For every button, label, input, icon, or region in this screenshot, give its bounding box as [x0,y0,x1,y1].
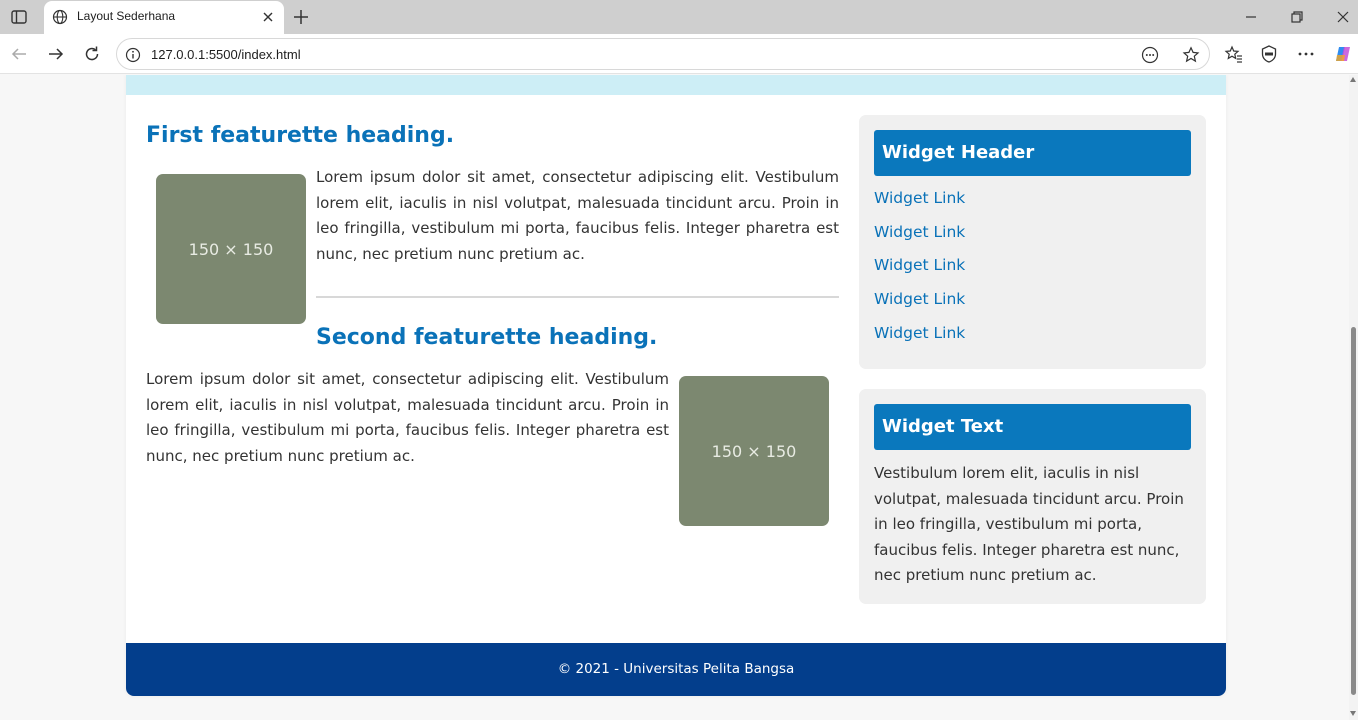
widget-text-box: Widget Text Vestibulum lorem elit, iacul… [859,389,1206,604]
back-icon[interactable] [9,44,29,64]
widget-link[interactable]: Widget Link [874,189,965,207]
browser-toolbar: 127.0.0.1:5500/index.html [0,34,1358,74]
widget-header: Widget Header [874,130,1191,176]
site-info-icon[interactable] [125,47,141,63]
page-scrollbar[interactable] [1349,75,1358,720]
restore-icon[interactable] [1289,9,1305,25]
browser-tab-bar: Layout Sederhana [0,0,1358,34]
footer-text: © 2021 - Universitas Pelita Bangsa [557,661,795,677]
widget-text-header: Widget Text [874,404,1191,450]
settings-more-icon[interactable] [1296,44,1316,64]
refresh-icon[interactable] [82,44,102,64]
scrollbar-thumb[interactable] [1351,327,1356,695]
address-bar[interactable]: 127.0.0.1:5500/index.html [116,38,1210,70]
close-tab-icon[interactable] [260,9,276,25]
featurette-1-image: 150 × 150 [156,174,306,324]
widget-link[interactable]: Widget Link [874,324,965,342]
tab-actions-icon[interactable] [10,8,28,26]
tab-title: Layout Sederhana [77,9,176,23]
featurette-2-text: Lorem ipsum dolor sit amet, consectetur … [146,370,669,465]
image-placeholder-label: 150 × 150 [188,239,274,259]
widget-link[interactable]: Widget Link [874,223,965,241]
featurette-2-heading: Second featurette heading. [316,325,658,350]
more-options-circle-icon[interactable] [1141,46,1159,64]
widget-link[interactable]: Widget Link [874,256,965,274]
image-placeholder-label: 150 × 150 [711,441,797,461]
close-window-icon[interactable] [1335,9,1351,25]
footer: © 2021 - Universitas Pelita Bangsa [126,643,1226,696]
featurette-2-image: 150 × 150 [679,376,829,526]
copilot-icon[interactable] [1333,44,1353,64]
featurette-divider [316,296,839,298]
widget-links: Widget Header Widget Link Widget Link Wi… [859,115,1206,369]
favorites-icon[interactable] [1224,44,1244,64]
favorite-star-icon[interactable] [1182,46,1200,64]
scroll-up-arrow-icon[interactable] [1350,77,1356,82]
featurette-1-heading: First featurette heading. [146,123,455,148]
scroll-down-arrow-icon[interactable] [1350,711,1356,716]
featurette-1-text: Lorem ipsum dolor sit amet, consectetur … [316,168,839,263]
widget-text: Vestibulum lorem elit, iaculis in nisl v… [874,464,1184,584]
new-tab-icon[interactable] [292,8,310,26]
forward-icon[interactable] [46,44,66,64]
page-viewport: First featurette heading. 150 × 150 Lore… [0,75,1349,720]
widget-link[interactable]: Widget Link [874,290,965,308]
page-container: First featurette heading. 150 × 150 Lore… [126,75,1226,696]
navbar-strip [126,75,1226,95]
browser-essentials-icon[interactable] [1259,44,1279,64]
globe-icon [52,9,68,25]
browser-tab[interactable]: Layout Sederhana [44,1,284,34]
minimize-icon[interactable] [1243,9,1259,25]
url-text[interactable]: 127.0.0.1:5500/index.html [151,47,301,62]
